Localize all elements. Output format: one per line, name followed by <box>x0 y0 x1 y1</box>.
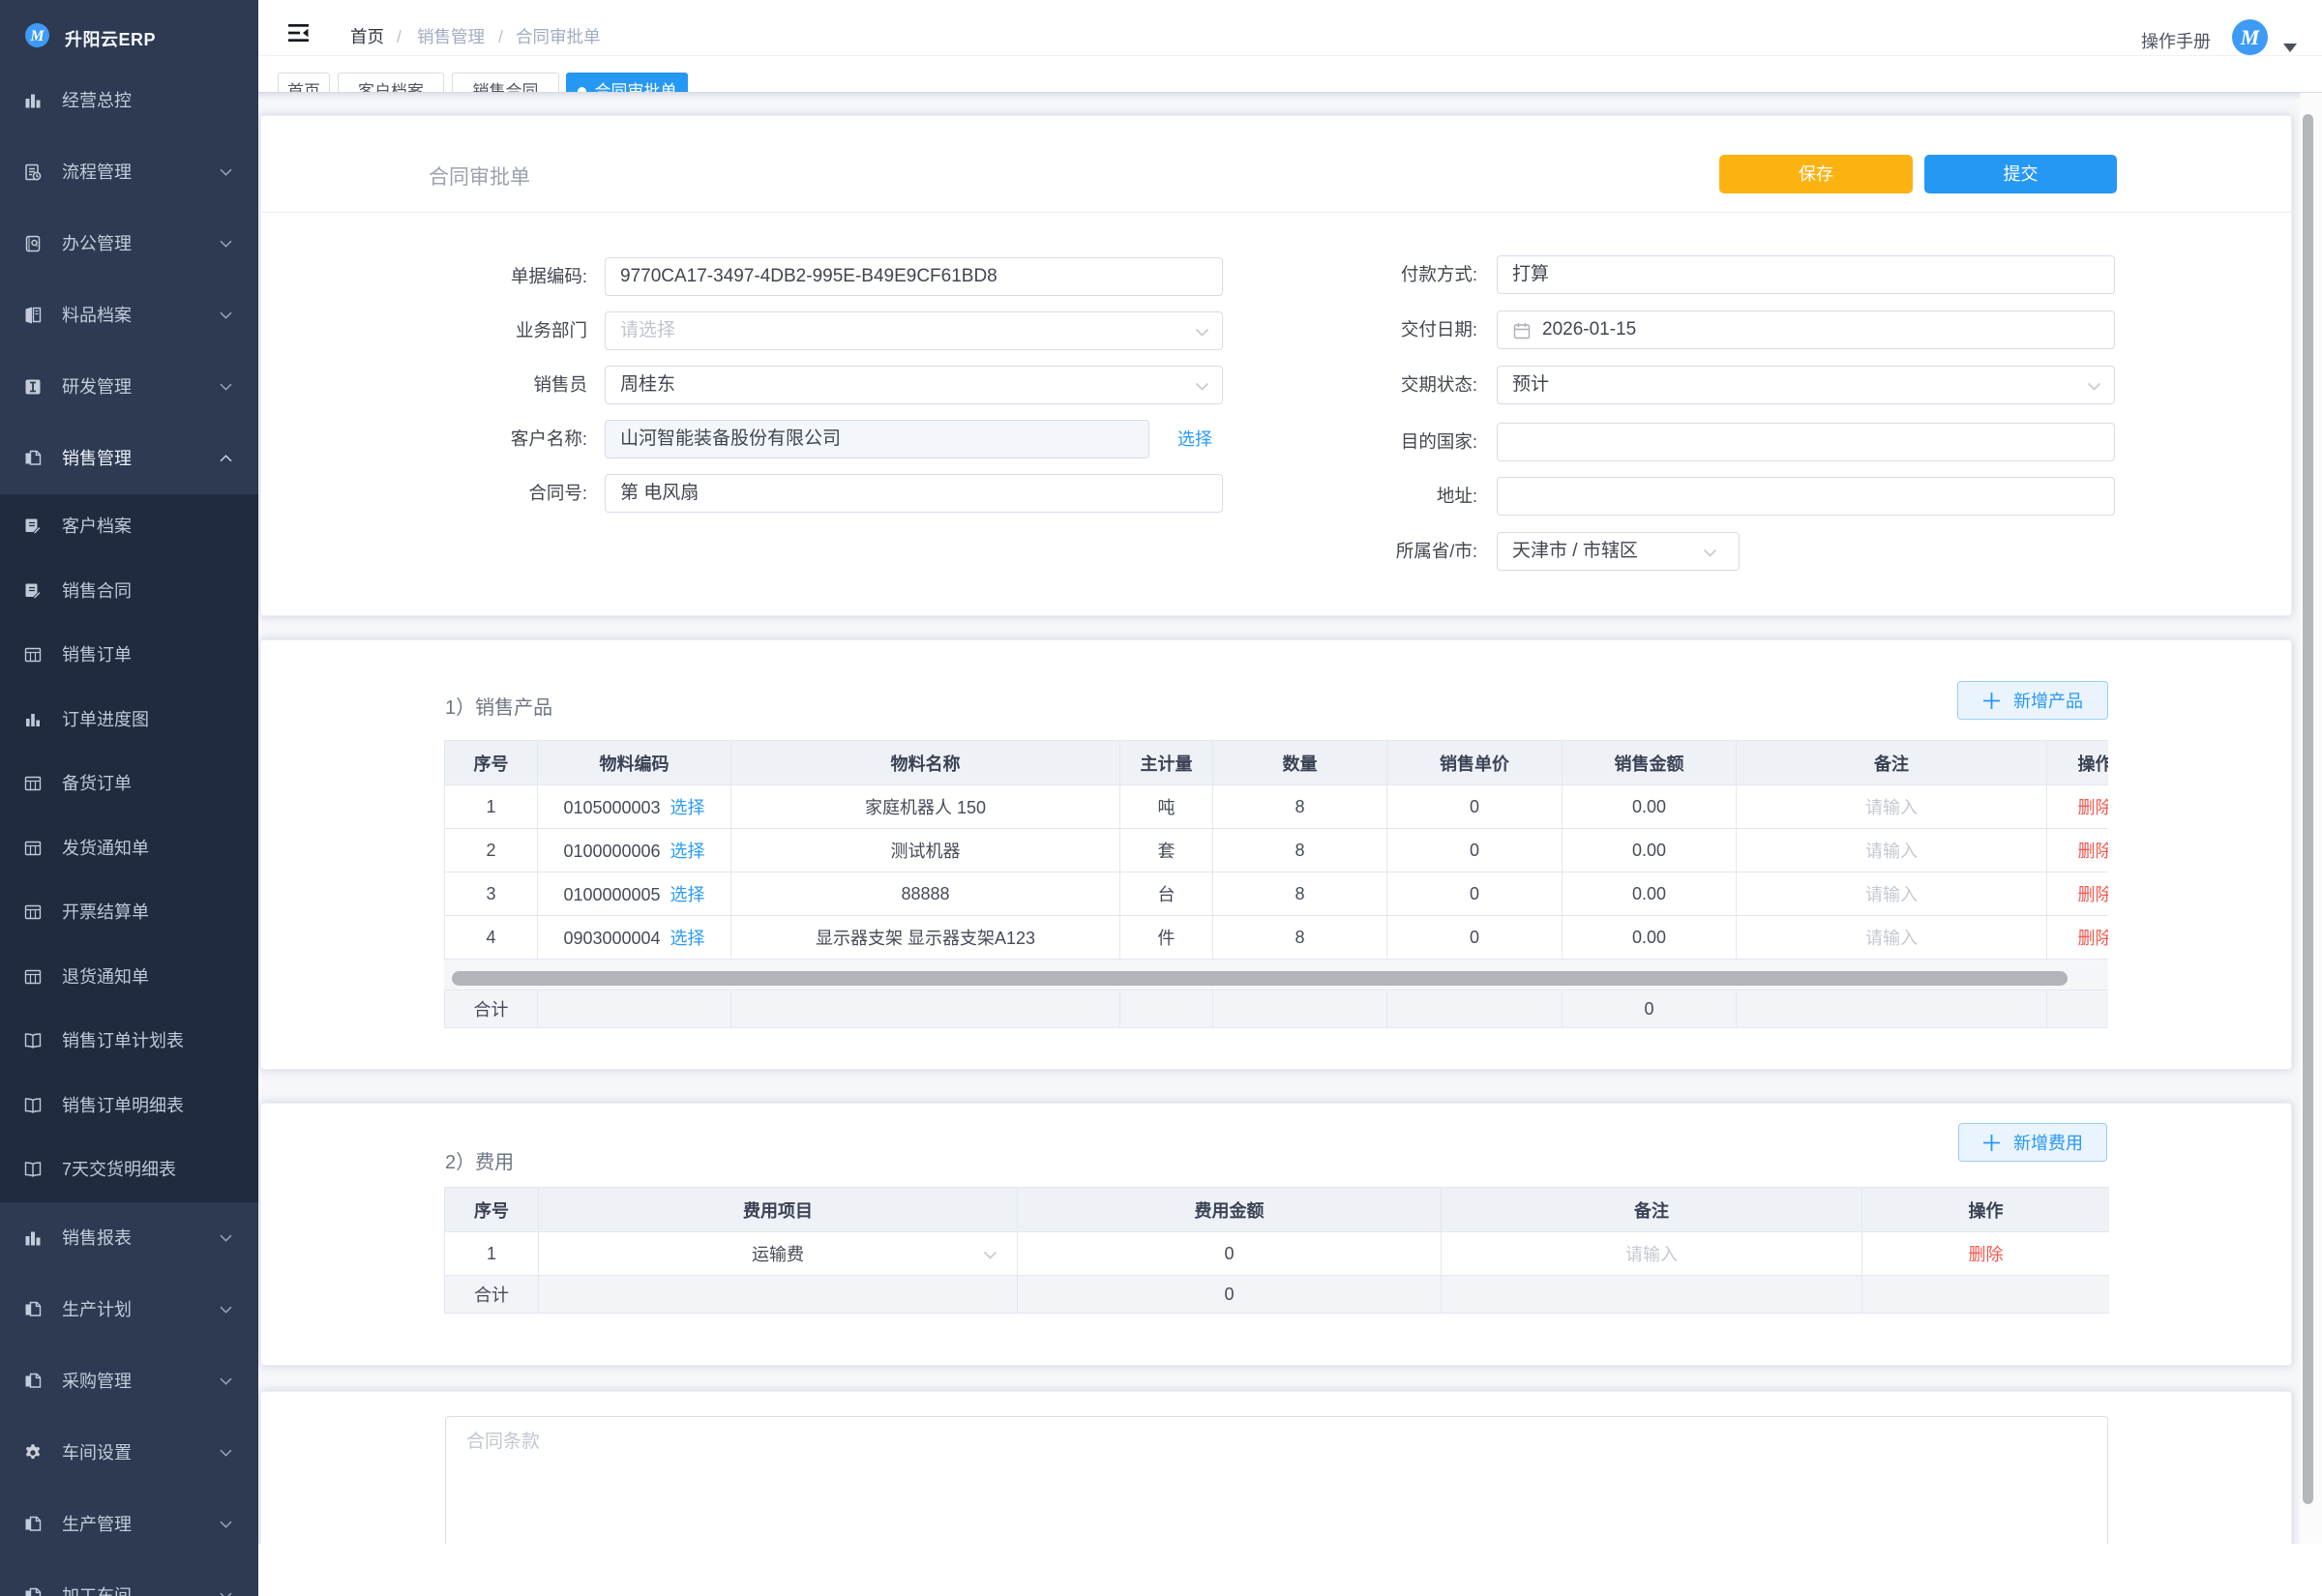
svg-text:M: M <box>2240 25 2261 49</box>
svg-text:M: M <box>29 28 45 44</box>
